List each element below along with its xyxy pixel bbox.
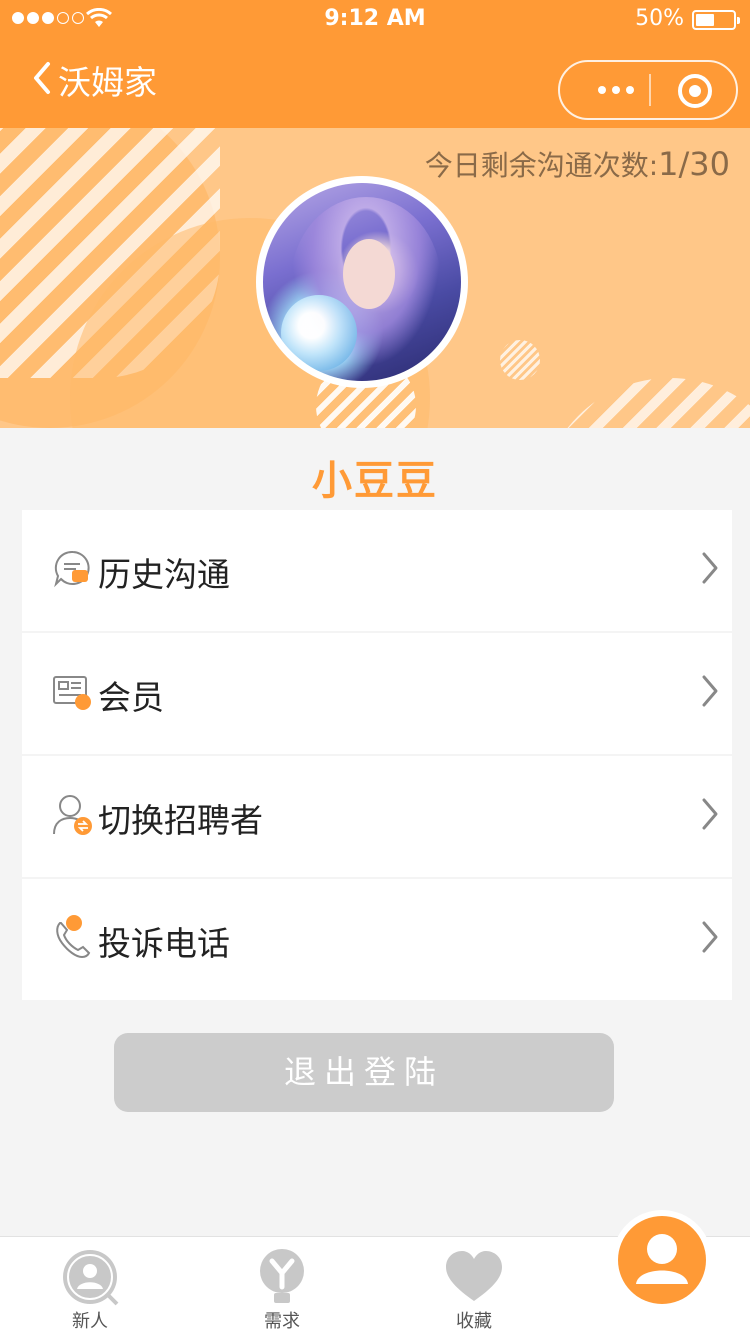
- menu-item-label: 会员: [98, 678, 164, 717]
- tab-label: 需求: [264, 1311, 300, 1332]
- close-target-icon[interactable]: [678, 74, 712, 108]
- menu-item-chat-history[interactable]: 历史沟通: [22, 510, 732, 631]
- logout-button[interactable]: 退出登陆: [114, 1033, 614, 1112]
- tab-favorites[interactable]: 收藏: [414, 1237, 534, 1334]
- tab-new-person[interactable]: 新人: [30, 1237, 150, 1334]
- tab-demand[interactable]: 需求: [222, 1237, 342, 1334]
- menu-item-label: 历史沟通: [98, 555, 230, 594]
- battery-icon: [692, 10, 740, 30]
- menu-item-member[interactable]: 会员: [22, 633, 732, 754]
- chevron-right-icon: [702, 798, 718, 830]
- menu-item-switch-recruiter[interactable]: 切换招聘者: [22, 756, 732, 877]
- chevron-right-icon: [702, 921, 718, 953]
- chevron-right-icon: [702, 675, 718, 707]
- page-title: 沃姆家: [58, 63, 157, 102]
- user-name: 小豆豆: [312, 458, 438, 504]
- menu-item-label: 切换招聘者: [98, 801, 263, 840]
- header: 9:12 AM 50% 沃姆家: [0, 0, 750, 128]
- more-menu-button[interactable]: [586, 72, 646, 108]
- banner-decor-dot: [500, 340, 540, 380]
- member-card-icon: [53, 676, 91, 710]
- status-bar: 9:12 AM 50%: [0, 0, 750, 40]
- menu-item-complaint-phone[interactable]: 投诉电话: [22, 879, 732, 1000]
- switch-recruiter-icon: [53, 795, 92, 835]
- back-chevron-icon[interactable]: [26, 58, 60, 98]
- complaint-phone-icon: [56, 915, 91, 959]
- banner-decor-arc: [540, 378, 750, 428]
- avatar[interactable]: [256, 176, 468, 388]
- tab-label: 收藏: [456, 1311, 492, 1332]
- menu-item-label: 投诉电话: [98, 924, 230, 963]
- menu-list: 历史沟通 会员 切换招聘者 投诉电话: [22, 510, 732, 1002]
- avatar-image: [263, 183, 461, 381]
- tab-profile-bg: [618, 1216, 706, 1304]
- tab-label: 新人: [72, 1311, 108, 1332]
- battery-percent: 50%: [635, 6, 684, 31]
- remaining-value: 1/30: [658, 145, 730, 183]
- demand-icon: [260, 1249, 304, 1303]
- new-person-icon: [63, 1250, 119, 1306]
- heart-icon: [446, 1251, 502, 1301]
- chevron-right-icon: [702, 552, 718, 584]
- tab-profile[interactable]: [612, 1210, 712, 1310]
- mini-program-capsule: [558, 60, 738, 120]
- remaining-chats: 今日剩余沟通次数:1/30: [425, 144, 730, 184]
- profile-icon: [636, 1234, 688, 1284]
- chat-history-icon: [54, 550, 90, 588]
- remaining-label: 今日剩余沟通次数:: [424, 149, 659, 182]
- capsule-divider: [649, 74, 651, 106]
